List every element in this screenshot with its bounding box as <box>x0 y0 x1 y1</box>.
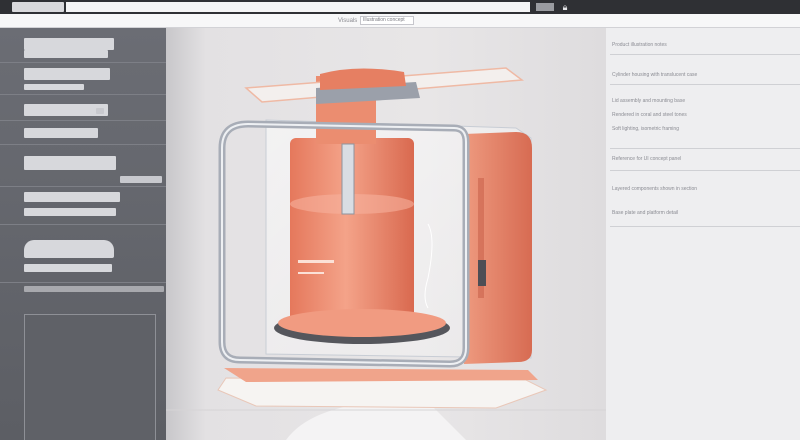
side-latch <box>478 260 486 286</box>
layer-item[interactable] <box>24 192 120 202</box>
cylinder-highlight <box>298 260 334 263</box>
divider <box>610 170 800 171</box>
divider <box>0 120 166 121</box>
divider <box>610 54 800 55</box>
back-control[interactable] <box>12 2 64 12</box>
inspector-line: Reference for UI concept panel <box>612 156 682 162</box>
preview-box <box>24 314 156 440</box>
menu-button[interactable] <box>536 3 554 11</box>
base-plate-accent <box>224 368 538 382</box>
platter-top <box>278 309 446 337</box>
inspector-line: Cylinder housing with translucent case <box>612 72 698 78</box>
inspector-line: Rendered in coral and steel tones <box>612 112 687 118</box>
illustration <box>166 67 606 440</box>
layer-badge <box>120 176 162 183</box>
layer-item[interactable] <box>24 240 114 258</box>
layers-panel <box>0 28 166 440</box>
app-window: 🔒︎ Visuals Illustration concept Product … <box>0 0 800 440</box>
divider <box>0 224 166 225</box>
toolbar-field[interactable]: Illustration concept <box>360 16 414 25</box>
layer-item[interactable] <box>24 38 114 50</box>
canvas[interactable] <box>166 28 606 440</box>
inspector-line: Base plate and platform detail <box>612 210 679 216</box>
inspector-heading: Product illustration notes <box>612 42 667 48</box>
toolbar-label: Visuals <box>338 18 358 24</box>
divider <box>610 226 800 227</box>
layer-item[interactable] <box>24 286 164 292</box>
base-plate <box>217 377 548 409</box>
divider <box>610 84 800 85</box>
address-field[interactable] <box>66 2 530 12</box>
divider <box>0 144 166 145</box>
layer-item[interactable] <box>24 128 98 138</box>
layer-item[interactable] <box>24 264 112 272</box>
divider <box>0 186 166 187</box>
layer-toggle[interactable] <box>96 108 104 114</box>
divider <box>610 148 800 149</box>
column-shaft <box>341 143 355 215</box>
inspector-panel: Product illustration notes Cylinder hous… <box>606 28 800 440</box>
layer-item[interactable] <box>24 50 108 58</box>
lock-icon: 🔒︎ <box>562 2 568 12</box>
side-panel <box>464 132 532 364</box>
toolbar: Visuals Illustration concept <box>0 14 800 28</box>
title-bar: 🔒︎ <box>0 0 800 14</box>
layer-item[interactable] <box>24 156 116 170</box>
divider <box>0 282 166 283</box>
layer-item[interactable] <box>24 208 116 216</box>
divider <box>0 62 166 63</box>
cylinder-highlight <box>298 272 324 274</box>
layer-item[interactable] <box>24 84 84 90</box>
layer-item[interactable] <box>24 68 110 80</box>
inspector-line: Lid assembly and mounting base <box>612 98 686 104</box>
inspector-line: Soft lighting, isometric framing <box>612 126 679 132</box>
divider <box>0 94 166 95</box>
inspector-line: Layered components shown in section <box>612 186 698 192</box>
